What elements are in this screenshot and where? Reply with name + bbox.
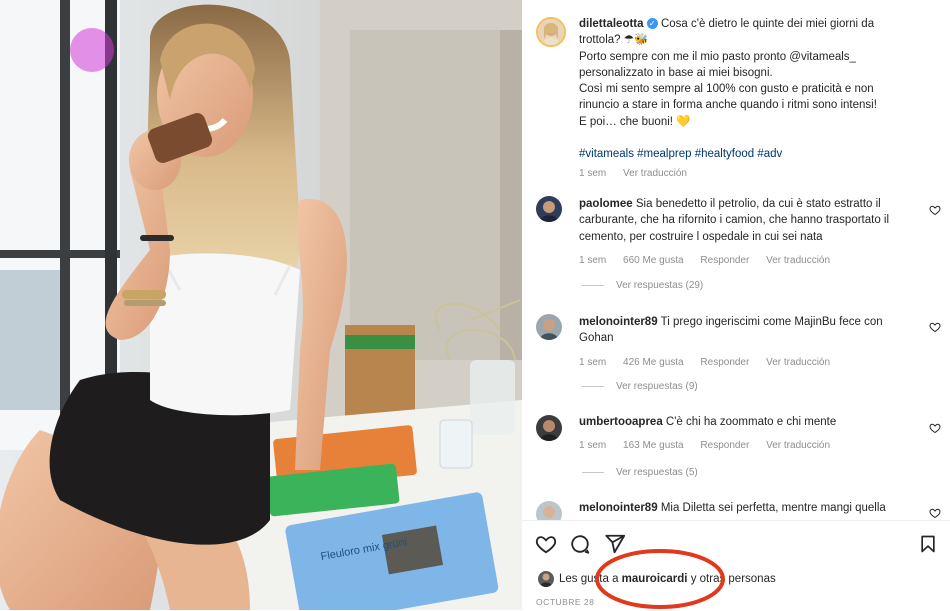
comment-icon[interactable] xyxy=(569,533,591,555)
caption-line-2: trottola? ☂🐝 xyxy=(579,34,649,47)
comment-time[interactable]: 1 sem xyxy=(579,255,606,266)
comment-avatar[interactable] xyxy=(536,314,562,340)
comment-meta: 1 sem 426 Me gusta Responder Ver traducc… xyxy=(579,357,919,368)
caption-translate-link[interactable]: Ver traducción xyxy=(623,168,687,179)
comment-avatar[interactable] xyxy=(536,501,562,520)
comment-text-line: Mia Diletta sei perfetta, mentre mangi q… xyxy=(660,502,886,514)
comment-text-line: cemento, per costruire l ospedale in cui… xyxy=(579,230,823,243)
post-actions-bar: Les gusta a mauroicardi y otras personas… xyxy=(522,520,950,611)
comment-reply-link[interactable]: Responder xyxy=(700,357,749,368)
comment-avatar[interactable] xyxy=(536,415,562,441)
view-replies-link[interactable]: Ver respuestas (9) xyxy=(582,381,698,392)
liker-avatar[interactable] xyxy=(538,571,554,587)
comment-item: melonointer89 Ti prego ingeriscimi come … xyxy=(579,314,919,368)
comment-text-line: Ti prego ingeriscimi come MajinBu fece c… xyxy=(660,316,883,328)
comment-text-line: carburante, che ha rifornito i camion, c… xyxy=(579,214,890,227)
comment-like-heart-icon[interactable] xyxy=(929,204,941,216)
caption-block: dilettaleotta ✓ Cosa c'è dietro le quint… xyxy=(579,16,939,179)
comment-username[interactable]: paolomee xyxy=(579,198,633,210)
comment-like-heart-icon[interactable] xyxy=(929,507,941,519)
comment-item: paolomee Sia benedetto il petrolio, da c… xyxy=(579,196,919,266)
view-replies-link[interactable]: Ver respuestas (29) xyxy=(582,280,703,291)
comment-item: umbertooaprea C'è chi ha zoommato e chi … xyxy=(579,414,919,451)
liker-avatar-image xyxy=(540,573,552,587)
caption-line-1: Cosa c'è dietro le quinte dei miei giorn… xyxy=(660,18,875,30)
comment-time[interactable]: 1 sem xyxy=(579,440,606,451)
comment-like-heart-icon[interactable] xyxy=(929,422,941,434)
comment-translate-link[interactable]: Ver traducción xyxy=(766,440,830,451)
comment-avatar-image xyxy=(536,501,562,520)
caption-meta: 1 sem Ver traducción xyxy=(579,168,939,179)
caption-line-3: Porto sempre con me il mio pasto pronto … xyxy=(579,50,856,63)
comment-text-line: Gohan xyxy=(579,332,614,345)
comment-avatar-image xyxy=(536,196,562,222)
verified-badge-icon: ✓ xyxy=(646,18,658,30)
comment-translate-link[interactable]: Ver traducción xyxy=(766,255,830,266)
comment-avatar-image xyxy=(536,314,562,340)
heart-icon[interactable] xyxy=(535,533,557,555)
comment-username[interactable]: umbertooaprea xyxy=(579,416,663,428)
comment-time[interactable]: 1 sem xyxy=(579,357,606,368)
comment-reply-link[interactable]: Responder xyxy=(700,255,749,266)
comment-item: melonointer89 Mia Diletta sei perfetta, … xyxy=(579,500,919,516)
caption-username[interactable]: dilettaleotta xyxy=(579,18,644,30)
author-avatar-image xyxy=(538,19,564,45)
caption-line-4: personalizzato in base ai miei bisogni. xyxy=(579,66,773,79)
comment-meta: 1 sem 163 Me gusta Responder Ver traducc… xyxy=(579,440,919,451)
comment-like-heart-icon[interactable] xyxy=(929,321,941,333)
view-replies-link[interactable]: Ver respuestas (5) xyxy=(582,467,698,478)
caption-time[interactable]: 1 sem xyxy=(579,168,606,179)
caption-line-6: rinuncio a stare in forma anche quando i… xyxy=(579,99,877,112)
comment-text-line: Sia benedetto il petrolio, da cui è stat… xyxy=(635,198,881,210)
comment-avatar-image xyxy=(536,415,562,441)
comment-username[interactable]: melonointer89 xyxy=(579,316,658,328)
comment-meta: 1 sem 660 Me gusta Responder Ver traducc… xyxy=(579,255,919,266)
caption-hashtags[interactable]: #vitameals #mealprep #healtyfood #adv xyxy=(579,146,939,162)
post-photo: Fleuloro mix grüni xyxy=(0,0,522,610)
comment-avatar[interactable] xyxy=(536,196,562,222)
comments-scroll-area[interactable]: dilettaleotta ✓ Cosa c'è dietro le quint… xyxy=(522,0,950,520)
comment-likes[interactable]: 660 Me gusta xyxy=(623,255,684,266)
comment-text-line: C'è chi ha zoommato e chi mente xyxy=(665,416,837,428)
comment-username[interactable]: melonointer89 xyxy=(579,502,658,514)
author-avatar[interactable] xyxy=(536,17,566,47)
caption-line-5: Così mi sento sempre al 100% con gusto e… xyxy=(579,83,874,96)
comment-likes[interactable]: 163 Me gusta xyxy=(623,440,684,451)
bookmark-icon[interactable] xyxy=(918,533,938,555)
post-date[interactable]: OCTUBRE 28 xyxy=(536,597,594,607)
caption-line-7: E poi… che buoni! 💛 xyxy=(579,115,691,128)
comment-reply-link[interactable]: Responder xyxy=(700,440,749,451)
post-photo-illustration: Fleuloro mix grüni xyxy=(0,0,522,610)
comment-translate-link[interactable]: Ver traducción xyxy=(766,357,830,368)
comment-likes[interactable]: 426 Me gusta xyxy=(623,357,684,368)
post-side-panel: dilettaleotta ✓ Cosa c'è dietro le quint… xyxy=(522,0,950,610)
annotation-circle xyxy=(595,549,725,609)
